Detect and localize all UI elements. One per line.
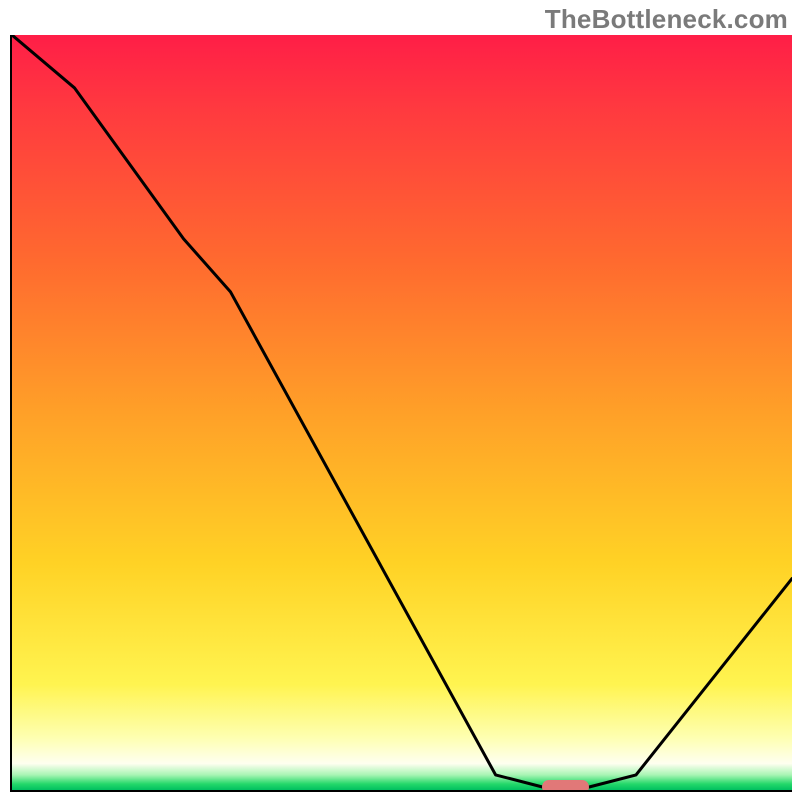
watermark-text: TheBottleneck.com (545, 4, 788, 35)
chart-frame: TheBottleneck.com (0, 0, 800, 800)
line-curve (12, 35, 792, 790)
plot-area (10, 35, 792, 792)
minimum-marker (542, 780, 589, 792)
